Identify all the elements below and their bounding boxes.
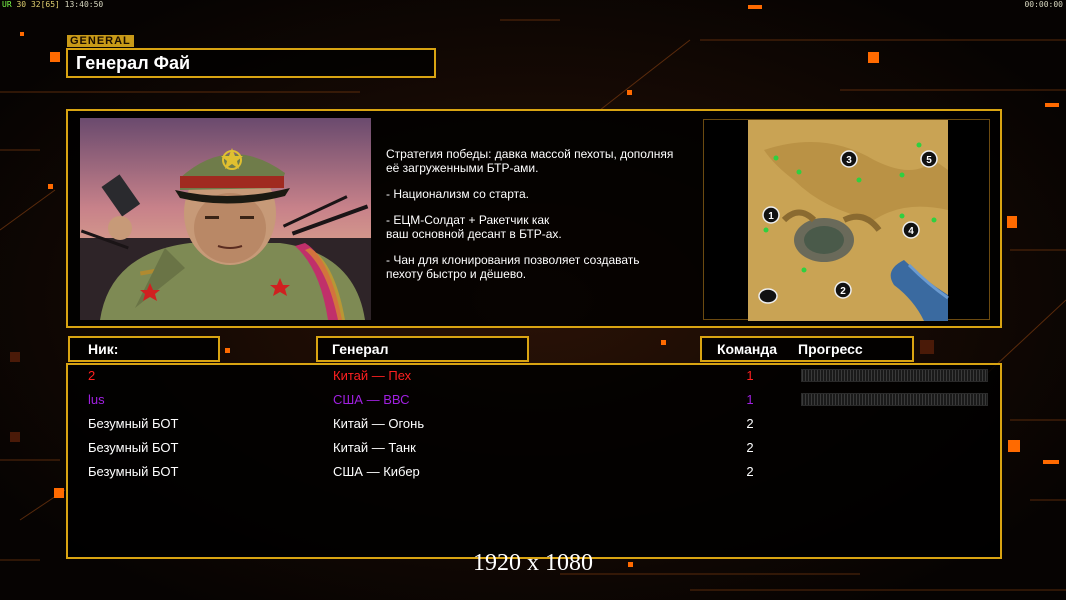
header-nick: Ник: bbox=[68, 336, 220, 362]
player-team: 2 bbox=[746, 440, 754, 455]
map-preview: 1 2 3 4 5 bbox=[703, 119, 990, 321]
progress-bar bbox=[801, 393, 988, 406]
player-nick: 2 bbox=[88, 368, 96, 383]
strategy-line: - ЕЦМ-Солдат + Ракетчик как ваш основной… bbox=[386, 213, 562, 241]
player-row: 2 Китай — Пех 1 bbox=[68, 365, 1004, 387]
hud-timer: 00:00:00 bbox=[1024, 0, 1063, 9]
player-nick: lus bbox=[88, 392, 105, 407]
player-team: 1 bbox=[746, 368, 754, 383]
player-nick: Безумный БОТ bbox=[88, 464, 179, 479]
map-start-3: 3 bbox=[846, 155, 852, 166]
header-progress-label: Прогресс bbox=[798, 341, 863, 357]
hud-clock: 13:40:50 bbox=[64, 0, 104, 9]
player-row: lus США — ВВС 1 bbox=[68, 389, 1004, 411]
map-start-1: 1 bbox=[768, 211, 774, 222]
player-general: Китай — Танк bbox=[333, 440, 416, 455]
general-portrait bbox=[80, 118, 371, 320]
hud-status-readout: UR 30 32[65] 13:40:50 bbox=[2, 0, 103, 9]
player-row: Безумный БОТ Китай — Огонь 2 bbox=[68, 413, 1004, 435]
resolution-label: 1920 x 1080 bbox=[473, 550, 593, 576]
header-nick-label: Ник: bbox=[88, 341, 119, 357]
hud-value-1: 30 bbox=[16, 0, 27, 9]
strategy-line: Стратегия победы: давка массой пехоты, д… bbox=[386, 147, 674, 175]
general-name: Генерал Фай bbox=[76, 53, 191, 73]
strategy-line: - Чан для клонирования позволяет создава… bbox=[386, 253, 640, 281]
hud-value-3: [65] bbox=[40, 0, 60, 9]
map-start-5: 5 bbox=[926, 155, 932, 166]
strategy-description: Стратегия победы: давка массой пехоты, д… bbox=[386, 147, 706, 293]
player-team: 2 bbox=[746, 464, 754, 479]
header-team-progress: Команда Прогресс bbox=[700, 336, 914, 362]
player-general: США — ВВС bbox=[333, 392, 410, 407]
header-general-label: Генерал bbox=[332, 341, 389, 357]
general-tag: GENERAL bbox=[67, 35, 134, 47]
header-general: Генерал bbox=[316, 336, 529, 362]
header-team-label: Команда bbox=[717, 341, 777, 357]
player-general: США — Кибер bbox=[333, 464, 420, 479]
player-team: 2 bbox=[746, 416, 754, 431]
player-general: Китай — Огонь bbox=[333, 416, 425, 431]
player-nick: Безумный БОТ bbox=[88, 440, 179, 455]
general-title-box: Генерал Фай bbox=[66, 48, 436, 78]
progress-bar bbox=[801, 369, 988, 382]
player-row: Безумный БОТ Китай — Танк 2 bbox=[68, 437, 1004, 459]
map-start-2: 2 bbox=[840, 286, 846, 297]
player-nick: Безумный БОТ bbox=[88, 416, 179, 431]
strategy-line: - Национализм со старта. bbox=[386, 187, 529, 201]
map-image: 1 2 3 4 5 bbox=[748, 120, 949, 321]
hud-tag: UR bbox=[2, 0, 12, 9]
player-general: Китай — Пех bbox=[333, 368, 412, 383]
map-start-4: 4 bbox=[908, 226, 914, 237]
player-team: 1 bbox=[746, 392, 754, 407]
player-row: Безумный БОТ США — Кибер 2 bbox=[68, 461, 1004, 483]
hud-value-2: 32 bbox=[30, 0, 41, 9]
players-panel: 2 Китай — Пех 1 lus США — ВВС 1 Безумный… bbox=[66, 363, 1002, 559]
